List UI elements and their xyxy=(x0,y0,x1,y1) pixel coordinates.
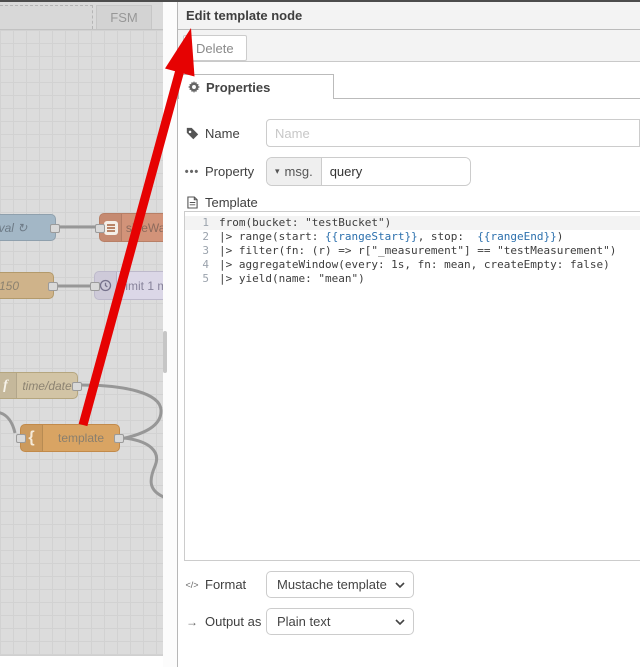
node-label: sineWave xyxy=(125,220,163,235)
line-number: 1 xyxy=(202,216,209,229)
code-line: 2 |> range(start: {{rangeStart}}, stop: {… xyxy=(185,230,640,244)
template-code-editor[interactable]: 1 from(bucket: "testBucket") 2 |> range(sta… xyxy=(184,211,640,561)
tag-icon xyxy=(185,127,199,140)
node-port-out xyxy=(48,281,58,291)
tab-properties-label: Properties xyxy=(206,79,271,95)
node-label: terval ↻ xyxy=(0,220,28,235)
window-top-edge xyxy=(0,0,640,2)
line-number: 4 xyxy=(202,258,209,271)
tab-properties[interactable]: Properties xyxy=(178,74,334,99)
code-text: |> aggregateWindow(every: 1s, fn: mean, … xyxy=(219,258,610,271)
tray-toolbar: Delete xyxy=(178,30,640,62)
canvas-grid xyxy=(0,30,163,655)
node-port-out xyxy=(50,223,60,233)
f-icon: f xyxy=(0,373,17,398)
code-line: 3 |> filter(fn: (r) => r["_measurement"] … xyxy=(185,244,640,258)
arrow-right-icon: → xyxy=(186,614,198,629)
workspace-tab xyxy=(0,5,93,29)
flow-node-limit: limit 1 ms xyxy=(90,271,163,300)
tabstrip-rule xyxy=(334,98,640,99)
edit-node-tray: Edit template node Delete Properties Nam… xyxy=(177,0,640,667)
format-label: </> Format xyxy=(185,577,247,592)
node-label: template xyxy=(57,431,105,445)
chevron-down-icon xyxy=(395,618,405,625)
node-port-in xyxy=(95,223,105,233)
canvas-footer xyxy=(0,655,163,667)
property-value-input[interactable] xyxy=(321,158,470,185)
node-port-in xyxy=(90,281,100,291)
output-as-label: → Output as xyxy=(186,614,262,629)
flow-node-template: {template xyxy=(16,424,124,452)
line-number: 3 xyxy=(202,244,209,257)
code-text: |> yield(name: "mean") xyxy=(219,272,365,285)
caret-down-icon: ▾ xyxy=(275,166,280,176)
line-number: 2 xyxy=(202,230,209,243)
name-input[interactable] xyxy=(266,119,640,147)
node-port-in xyxy=(16,434,26,443)
property-input-group: ▾ msg. xyxy=(266,157,471,186)
flow-node-timedate: f time/date xyxy=(0,372,82,399)
node-port-out xyxy=(72,381,82,391)
flow-node-s150: s-150 xyxy=(0,272,58,299)
flow-node-sinewave: sineWave xyxy=(95,213,163,242)
output-as-select[interactable]: Plain text xyxy=(266,608,414,635)
code-icon: </> xyxy=(185,579,199,590)
line-number: 5 xyxy=(202,272,209,285)
node-label: limit 1 ms xyxy=(122,278,163,293)
format-select[interactable]: Mustache template xyxy=(266,571,414,598)
code-text: |> filter(fn: (r) => r["_measurement"] =… xyxy=(219,244,617,257)
gear-icon xyxy=(188,81,200,93)
node-port-out xyxy=(114,434,124,443)
code-line: 1 from(bucket: "testBucket") xyxy=(185,216,640,230)
tray-tabstrip: Properties xyxy=(178,62,640,99)
flow-canvas: FSM terval ↻ sineWave s-150 limit 1 ms ftime… xyxy=(0,0,163,667)
code-line: 5 |> yield(name: "mean") xyxy=(185,272,640,286)
code-text: |> range(start: {{rangeStart}}, stop: {{… xyxy=(219,230,564,243)
tray-title: Edit template node xyxy=(178,2,640,30)
property-label: ••• Property xyxy=(184,164,255,179)
workspace-tabbar: FSM xyxy=(0,2,163,30)
chevron-down-icon xyxy=(395,581,405,588)
template-file-icon xyxy=(185,195,199,209)
code-line: 4 |> aggregateWindow(every: 1s, fn: mean,… xyxy=(185,258,640,272)
code-text: from(bucket: "testBucket") xyxy=(219,216,392,229)
flow-node-interval: terval ↻ xyxy=(0,214,60,241)
template-label: Template xyxy=(185,194,258,210)
name-label: Name xyxy=(185,119,240,147)
ellipsis-icon: ••• xyxy=(184,165,200,178)
delete-button[interactable]: Delete xyxy=(183,35,247,61)
node-label: time/date xyxy=(22,378,72,393)
node-label: s-150 xyxy=(0,278,20,293)
workspace-tab-fsm: FSM xyxy=(96,5,152,29)
property-type-dropdown[interactable]: ▾ msg. xyxy=(267,158,322,185)
canvas-scrollbar-thumb[interactable] xyxy=(163,331,167,373)
